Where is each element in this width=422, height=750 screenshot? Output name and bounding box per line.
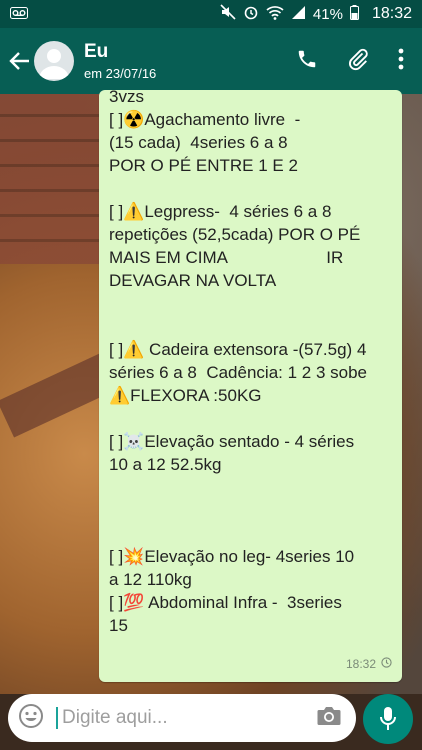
- emoji-icon[interactable]: [18, 703, 44, 734]
- mic-button[interactable]: [363, 694, 413, 744]
- message-placeholder: Digite aqui...: [56, 707, 316, 729]
- message-line: repetições (52,5cada) POR O PÉ: [109, 225, 361, 244]
- message-time: 18:32: [345, 657, 376, 671]
- avatar[interactable]: [34, 41, 74, 81]
- message-line: [ ]☠️Elevação sentado - 4 séries: [109, 432, 355, 451]
- voicemail-icon: [10, 6, 28, 23]
- message-line: [109, 499, 394, 522]
- message-text: 3vzs [ ]☢️Agachamento livre - (15 cada) 4s…: [109, 90, 394, 637]
- status-bar: 41% 18:32: [0, 0, 422, 28]
- phone-icon[interactable]: [296, 48, 318, 75]
- message-line: [109, 407, 394, 430]
- message-line: (15 cada) 4series 6 a 8: [109, 133, 288, 152]
- message-line: 15: [109, 616, 128, 635]
- signal-icon: [291, 5, 306, 24]
- arrow-left-icon: [9, 52, 29, 70]
- back-button[interactable]: [2, 51, 38, 71]
- composer-bar: Digite aqui...: [0, 688, 422, 750]
- message-line: POR O PÉ ENTRE 1 E 2: [109, 156, 298, 175]
- message-line: [109, 315, 394, 338]
- message-line: 3vzs: [109, 90, 144, 106]
- message-line: a 12 110kg: [109, 570, 192, 589]
- message-line: [ ]💯 Abdominal Infra - 3series: [109, 593, 342, 612]
- message-input[interactable]: Digite aqui...: [8, 694, 356, 742]
- battery-level: 41%: [312, 5, 343, 23]
- message-line: séries 6 a 8 Cadência: 1 2 3 sobe: [109, 363, 367, 382]
- chat-header: Eu em 23/07/16: [0, 28, 422, 94]
- clock-icon: [381, 653, 392, 676]
- status-time: 18:32: [371, 5, 412, 22]
- contact-name: Eu: [84, 41, 109, 62]
- message-bubble[interactable]: 3vzs [ ]☢️Agachamento livre - (15 cada) 4s…: [99, 90, 402, 682]
- message-line: MAIS EM CIMA IR: [109, 248, 344, 267]
- message-line: DEVAGAR NA VOLTA: [109, 271, 277, 290]
- message-line: 10 a 12 52.5kg: [109, 455, 222, 474]
- message-meta: 18:32: [346, 653, 392, 676]
- message-line: [109, 476, 394, 499]
- paperclip-icon[interactable]: [346, 47, 370, 76]
- message-line: [109, 177, 394, 200]
- message-line: [109, 292, 394, 315]
- contact-info[interactable]: Eu em 23/07/16: [84, 41, 296, 81]
- more-vert-icon[interactable]: [398, 48, 404, 75]
- message-line: ⚠️FLEXORA :50KG: [109, 386, 262, 405]
- message-line: [ ]⚠️ Cadeira extensora -(57.5g) 4: [109, 340, 367, 359]
- message-line: [109, 522, 394, 545]
- last-seen: em 23/07/16: [84, 66, 157, 81]
- message-line: [ ]💥Elevação no leg- 4series 10: [109, 547, 355, 566]
- battery-icon: [349, 4, 359, 24]
- message-line: [ ]⚠️Legpress- 4 séries 6 a 8: [109, 202, 332, 221]
- message-line: [ ]☢️Agachamento livre -: [109, 110, 301, 129]
- alarm-icon: [243, 4, 259, 24]
- mic-icon: [380, 707, 396, 730]
- wifi-icon: [266, 5, 284, 24]
- camera-icon[interactable]: [316, 705, 342, 732]
- mute-icon: [220, 4, 236, 24]
